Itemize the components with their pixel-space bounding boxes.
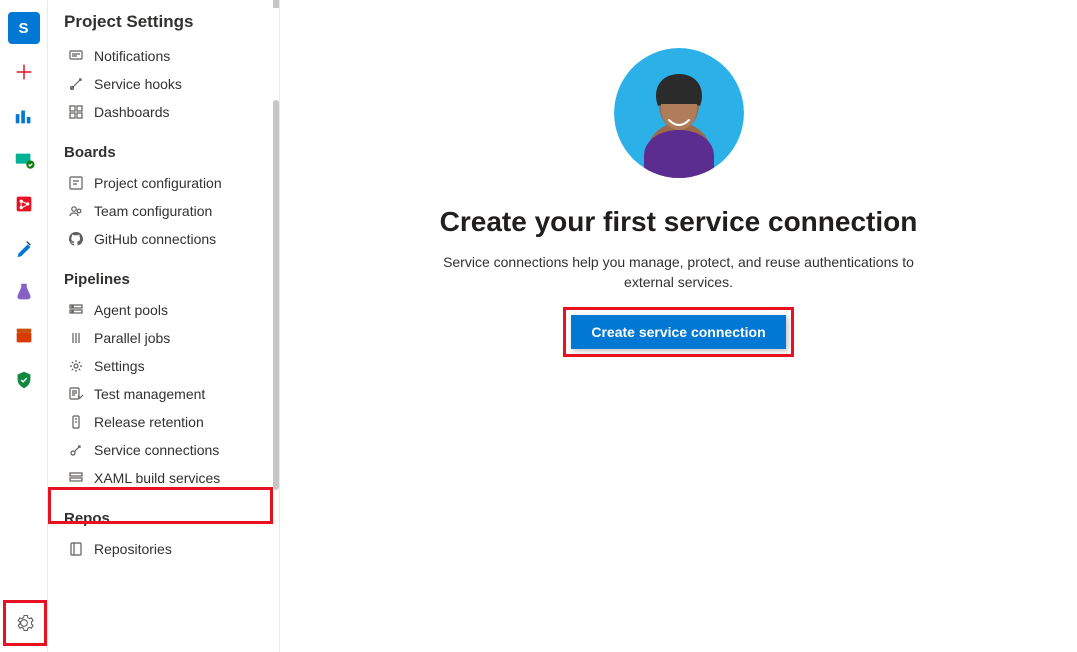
xaml-build-icon: [68, 470, 84, 486]
project-settings-gear-icon[interactable]: [5, 604, 43, 642]
notifications-icon: [68, 48, 84, 64]
nav-label: Agent pools: [94, 302, 168, 318]
nav-label: Project configuration: [94, 175, 222, 191]
project-config-icon: [68, 175, 84, 191]
nav-label: GitHub connections: [94, 231, 216, 247]
section-repos: Repos: [48, 492, 279, 535]
rail-artifacts-icon[interactable]: [8, 320, 40, 352]
parallel-jobs-icon: [68, 330, 84, 346]
rail-repos-icon[interactable]: [8, 188, 40, 220]
nav-rail: S: [0, 0, 48, 652]
settings-icon: [68, 358, 84, 374]
rail-testplans-icon[interactable]: [8, 276, 40, 308]
nav-label: Test management: [94, 386, 205, 402]
nav-label: Release retention: [94, 414, 204, 430]
nav-label: Settings: [94, 358, 145, 374]
empty-state-avatar: [614, 48, 744, 178]
section-boards: Boards: [48, 126, 279, 169]
nav-xaml-build[interactable]: XAML build services: [48, 464, 279, 492]
nav-notifications[interactable]: Notifications: [48, 42, 279, 70]
team-config-icon: [68, 203, 84, 219]
service-hooks-icon: [68, 76, 84, 92]
nav-release-retention[interactable]: Release retention: [48, 408, 279, 436]
dashboards-icon: [68, 104, 84, 120]
test-management-icon: [68, 386, 84, 402]
nav-label: Service connections: [94, 442, 219, 458]
release-retention-icon: [68, 414, 84, 430]
nav-label: Parallel jobs: [94, 330, 170, 346]
github-icon: [68, 231, 84, 247]
nav-label: Repositories: [94, 541, 172, 557]
main-content: Create your first service connection Ser…: [280, 0, 1077, 652]
scroll-indicator-top: [273, 0, 279, 8]
service-connections-icon: [68, 442, 84, 458]
settings-sidebar: Project Settings Notifications Service h…: [48, 0, 280, 652]
nav-label: Dashboards: [94, 104, 170, 120]
nav-test-management[interactable]: Test management: [48, 380, 279, 408]
create-service-connection-button[interactable]: Create service connection: [571, 315, 785, 349]
agent-pools-icon: [68, 302, 84, 318]
rail-pipelines-icon[interactable]: [8, 232, 40, 264]
nav-project-config[interactable]: Project configuration: [48, 169, 279, 197]
rail-overview-icon[interactable]: [8, 100, 40, 132]
scrollbar-thumb[interactable]: [273, 100, 279, 490]
nav-parallel-jobs[interactable]: Parallel jobs: [48, 324, 279, 352]
rail-compliance-icon[interactable]: [8, 364, 40, 396]
empty-state-description: Service connections help you manage, pro…: [419, 252, 939, 293]
nav-service-connections[interactable]: Service connections: [48, 436, 279, 464]
empty-state-title: Create your first service connection: [440, 206, 918, 238]
rail-project-icon[interactable]: S: [8, 12, 40, 44]
nav-github-connections[interactable]: GitHub connections: [48, 225, 279, 253]
sidebar-title: Project Settings: [48, 8, 279, 42]
nav-dashboards[interactable]: Dashboards: [48, 98, 279, 126]
nav-label: XAML build services: [94, 470, 220, 486]
nav-agent-pools[interactable]: Agent pools: [48, 296, 279, 324]
repositories-icon: [68, 541, 84, 557]
rail-boards-icon[interactable]: [8, 144, 40, 176]
nav-label: Notifications: [94, 48, 170, 64]
section-pipelines: Pipelines: [48, 253, 279, 296]
nav-repositories[interactable]: Repositories: [48, 535, 279, 563]
nav-label: Service hooks: [94, 76, 182, 92]
nav-team-config[interactable]: Team configuration: [48, 197, 279, 225]
nav-pipeline-settings[interactable]: Settings: [48, 352, 279, 380]
rail-add-icon[interactable]: [8, 56, 40, 88]
nav-service-hooks[interactable]: Service hooks: [48, 70, 279, 98]
nav-label: Team configuration: [94, 203, 212, 219]
